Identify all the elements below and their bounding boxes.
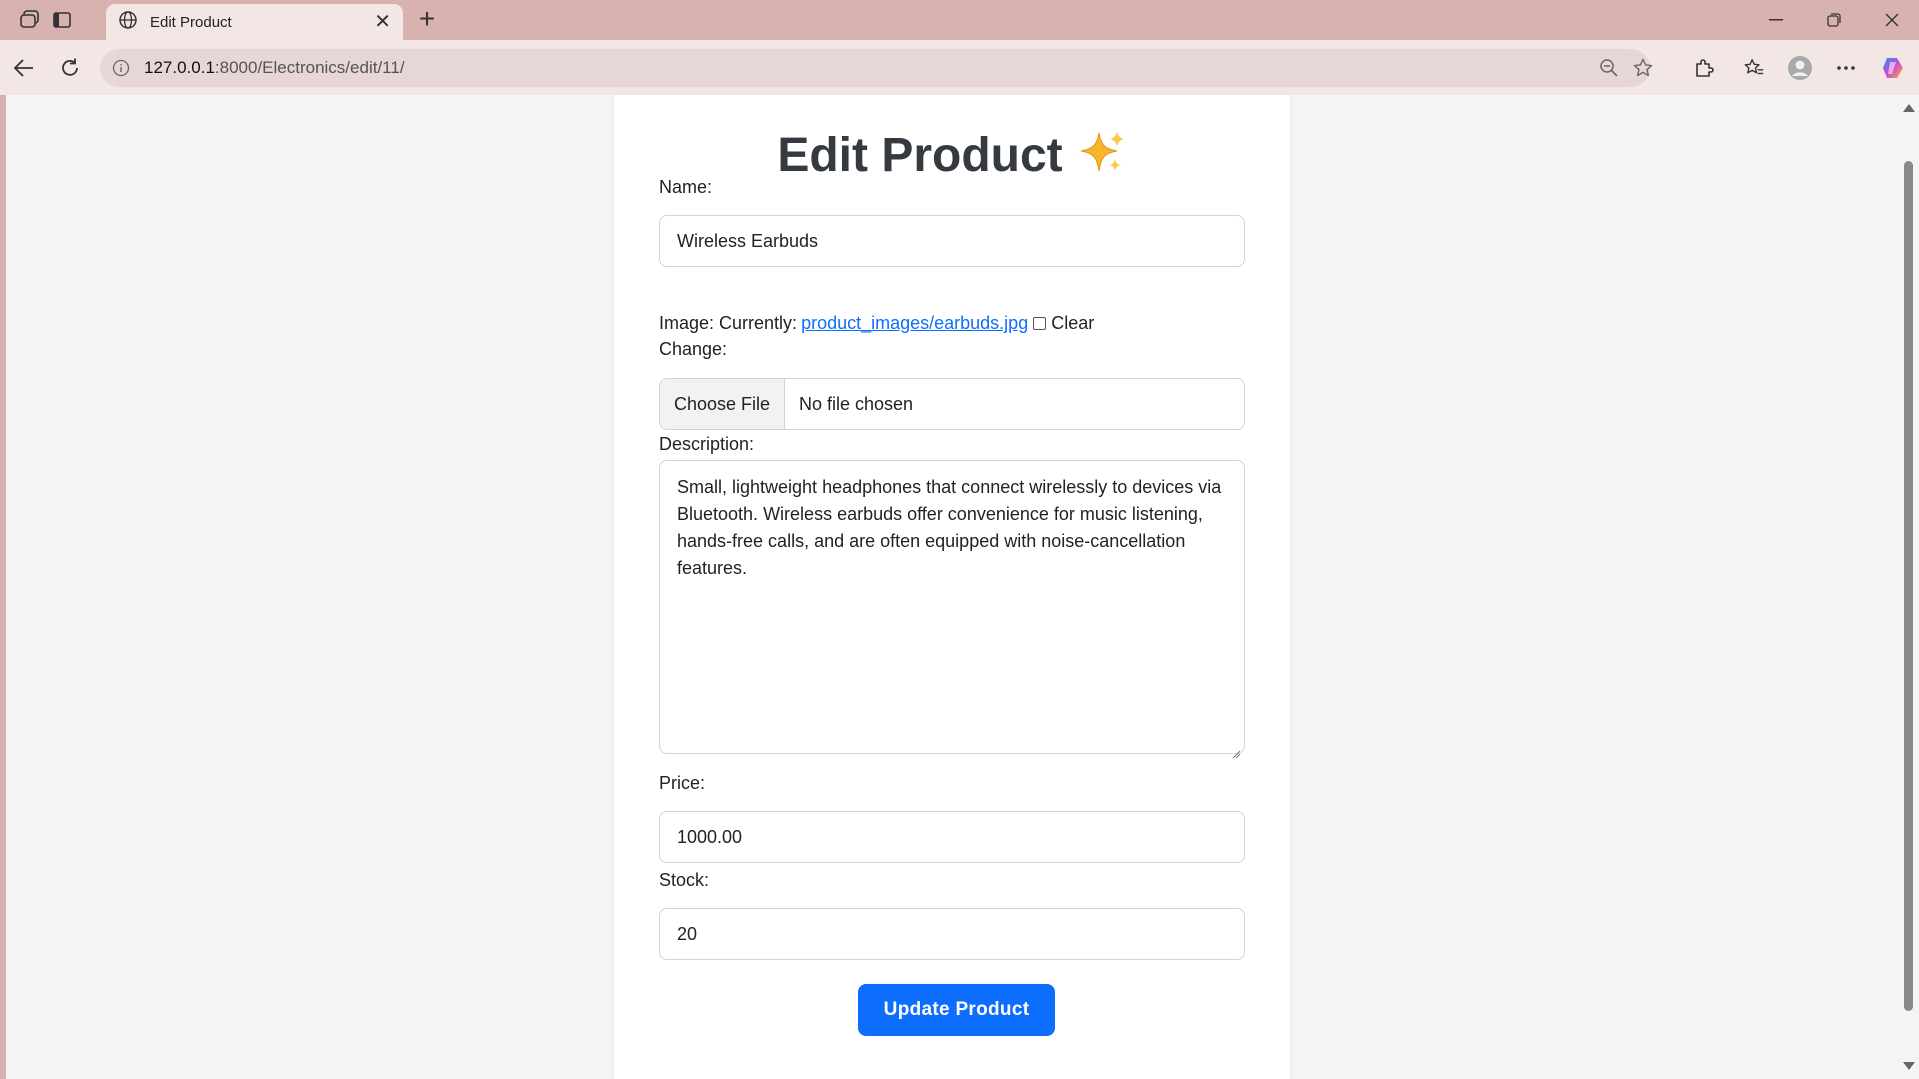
- price-label: Price:: [659, 773, 706, 793]
- description-textarea[interactable]: Small, lightweight headphones that conne…: [659, 460, 1245, 759]
- scroll-down-arrow-icon[interactable]: [1903, 1062, 1915, 1070]
- image-current-row: Image: Currently: product_images/earbuds…: [659, 313, 1094, 334]
- back-arrow-icon[interactable]: [8, 52, 40, 84]
- description-label: Description:: [659, 434, 755, 454]
- description-text: Small, lightweight headphones that conne…: [677, 477, 1222, 578]
- favorite-star-icon[interactable]: [1630, 55, 1656, 81]
- price-input[interactable]: 1000.00: [659, 811, 1245, 863]
- url-path: :8000/Electronics/edit/11/: [214, 58, 405, 77]
- browser-tab-bar: Edit Product ✕ +: [0, 0, 1919, 40]
- page-scrollbar[interactable]: [1898, 95, 1919, 1079]
- active-tab[interactable]: Edit Product ✕: [106, 4, 403, 40]
- change-label: Change:: [659, 339, 728, 359]
- scrollbar-thumb[interactable]: [1904, 161, 1913, 1011]
- vertical-tabs-icon[interactable]: [48, 8, 76, 32]
- image-label: Image: Currently:: [659, 313, 798, 333]
- edit-product-card: Edit Product Name: Wireless Earbuds Imag…: [614, 95, 1290, 1079]
- clear-image-checkbox[interactable]: [1033, 317, 1047, 330]
- minimize-icon[interactable]: [1756, 6, 1796, 34]
- page-title-text: Edit Product: [777, 129, 1063, 182]
- close-window-icon[interactable]: [1872, 6, 1912, 34]
- stock-label: Stock:: [659, 870, 710, 890]
- update-product-button[interactable]: Update Product: [858, 984, 1055, 1036]
- workspaces-icon[interactable]: [16, 8, 44, 32]
- resize-grip-icon[interactable]: [1231, 740, 1241, 759]
- scroll-up-arrow-icon[interactable]: [1903, 104, 1915, 112]
- more-options-icon[interactable]: [1830, 52, 1862, 84]
- tab-title: Edit Product: [150, 13, 232, 31]
- zoom-out-icon[interactable]: [1596, 55, 1622, 81]
- extensions-icon[interactable]: [1688, 52, 1720, 84]
- restore-icon[interactable]: [1814, 6, 1854, 34]
- site-info-icon[interactable]: [110, 57, 132, 79]
- current-image-link[interactable]: product_images/earbuds.jpg: [801, 313, 1028, 334]
- url-host: 127.0.0.1: [144, 58, 215, 77]
- browser-toolbar: 127.0.0.1:8000/Electronics/edit/11/: [0, 40, 1919, 95]
- reload-icon[interactable]: [54, 52, 86, 84]
- page-title: Edit Product: [614, 127, 1290, 183]
- choose-file-button[interactable]: Choose File: [660, 379, 785, 429]
- new-tab-button[interactable]: +: [412, 5, 442, 34]
- copilot-icon[interactable]: [1877, 52, 1909, 84]
- profile-avatar-icon[interactable]: [1784, 52, 1816, 84]
- page-viewport: Edit Product Name: Wireless Earbuds Imag…: [6, 95, 1898, 1079]
- favorites-icon[interactable]: [1738, 52, 1770, 84]
- file-status-text: No file chosen: [799, 393, 914, 414]
- stock-input[interactable]: 20: [659, 908, 1245, 960]
- close-tab-icon[interactable]: ✕: [374, 12, 391, 32]
- address-bar[interactable]: 127.0.0.1:8000/Electronics/edit/11/: [100, 49, 1653, 87]
- sparkles-icon: [1077, 127, 1127, 177]
- globe-icon: [118, 10, 138, 35]
- name-input[interactable]: Wireless Earbuds: [659, 215, 1245, 267]
- image-file-input[interactable]: Choose File No file chosen: [659, 378, 1245, 430]
- name-label: Name:: [659, 177, 713, 197]
- url-text[interactable]: 127.0.0.1:8000/Electronics/edit/11/: [144, 58, 1650, 78]
- clear-image-label[interactable]: Clear: [1051, 313, 1094, 334]
